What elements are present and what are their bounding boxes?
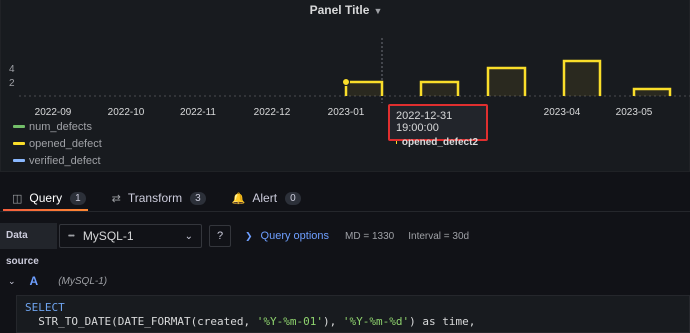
tab-query[interactable]: ◫ Query 1 xyxy=(0,186,100,210)
query-row-header[interactable]: ⌄ A (MySQL-1) xyxy=(0,270,690,292)
tabs-divider xyxy=(0,211,690,212)
hover-point xyxy=(342,78,350,86)
bar-fill xyxy=(488,68,525,96)
query-datasource: (MySQL-1) xyxy=(58,275,108,287)
datasource-select[interactable]: •••• MySQL-1 ⌄ xyxy=(59,224,202,248)
x-tick-label: 2022-09 xyxy=(35,107,72,118)
sql-line-2-fn: STR_TO_DATE(DATE_FORMAT(created, xyxy=(25,315,257,328)
chevron-right-icon: ❯ xyxy=(245,230,253,241)
tab-count-badge: 3 xyxy=(190,191,206,205)
legend-swatch xyxy=(13,125,25,128)
interval-info[interactable]: Interval = 30d xyxy=(408,231,469,242)
tab-alert[interactable]: 🔔 Alert 0 xyxy=(220,186,315,210)
sql-string: '%Y-%m-01' xyxy=(256,315,324,328)
chevron-down-icon[interactable]: ▼ xyxy=(373,6,382,16)
legend-label[interactable]: verified_defect xyxy=(29,155,101,167)
question-icon: ? xyxy=(216,230,224,242)
tooltip-row: opened_defect 2 xyxy=(396,137,480,148)
editor-tabs: ◫ Query 1 ⇄ Transform 3 🔔 Alert 0 xyxy=(0,186,690,212)
chevron-down-icon: ⌄ xyxy=(184,230,193,242)
help-button[interactable]: ? xyxy=(209,225,231,247)
query-options-toggle[interactable]: ❯ Query options xyxy=(245,230,329,242)
graph-panel: 4 2 2022-09 2022-10 2022-11 2022-12 2023-01 202… xyxy=(0,0,690,172)
tab-count-badge: 0 xyxy=(285,191,301,205)
bar-fill xyxy=(346,82,382,96)
chart-tooltip: 2022-12-31 19:00:00 opened_defect 2 xyxy=(388,104,488,148)
legend-swatch xyxy=(13,142,25,145)
legend-item-verified-defect[interactable]: verified_defect xyxy=(13,152,102,169)
database-icon: ◫ xyxy=(12,192,23,205)
tab-transform[interactable]: ⇄ Transform 3 xyxy=(100,186,220,210)
mysql-icon: •••• xyxy=(68,232,75,240)
tooltip-time: 2022-12-31 19:00:00 xyxy=(396,110,453,134)
legend-item-num-defects[interactable]: num_defects xyxy=(13,118,102,135)
legend-swatch xyxy=(13,159,25,162)
x-tick-label: 2023-04 xyxy=(544,107,581,118)
tab-label: Alert xyxy=(252,191,278,205)
bar-fill xyxy=(421,82,458,96)
datasource-bar: Data source •••• MySQL-1 ⌄ ? ❯ Query opt… xyxy=(0,223,690,267)
x-tick-label: 2022-10 xyxy=(108,107,145,118)
sql-line-2-end: ) as time, xyxy=(409,315,476,328)
bar-fill xyxy=(564,61,600,96)
query-options-label: Query options xyxy=(260,230,330,242)
chevron-down-icon[interactable]: ⌄ xyxy=(8,276,16,287)
legend: num_defects opened_defect verified_defec… xyxy=(13,118,102,169)
x-tick-label: 2022-12 xyxy=(254,107,291,118)
tab-label: Transform xyxy=(127,191,183,205)
tooltip-series-name: opened_defect xyxy=(401,137,473,148)
query-name[interactable]: A xyxy=(30,274,39,288)
bell-icon: 🔔 xyxy=(231,192,246,205)
panel-title[interactable]: Panel Title ▼ xyxy=(1,3,690,17)
datasource-label: Data source xyxy=(0,223,57,267)
time-series-chart[interactable]: 4 2 2022-09 2022-10 2022-11 2022-12 2023-01 202… xyxy=(1,0,690,172)
x-tick-label: 2022-11 xyxy=(180,107,216,118)
y-tick-label: 4 xyxy=(9,64,15,75)
legend-label[interactable]: num_defects xyxy=(29,121,92,133)
transform-icon: ⇄ xyxy=(111,192,121,205)
sql-line-1: SELECT xyxy=(25,301,65,314)
y-tick-label: 2 xyxy=(9,78,15,89)
max-datapoints-info[interactable]: MD = 1330 xyxy=(345,231,394,242)
sql-string: '%Y-%m-%d' xyxy=(342,315,410,328)
panel-title-text[interactable]: Panel Title xyxy=(310,3,370,17)
legend-label[interactable]: opened_defect xyxy=(29,138,102,150)
x-tick-label: 2023-05 xyxy=(616,107,653,118)
legend-item-opened-defect[interactable]: opened_defect xyxy=(13,135,102,152)
tab-label: Query xyxy=(29,191,63,205)
datasource-value: MySQL-1 xyxy=(82,229,134,243)
tooltip-swatch xyxy=(396,141,397,144)
tooltip-value: 2 xyxy=(472,137,478,148)
x-tick-label: 2023-01 xyxy=(328,107,365,118)
sql-line-2-mid: ), xyxy=(323,315,343,328)
tab-count-badge: 1 xyxy=(70,191,86,205)
sql-editor[interactable]: SELECT STR_TO_DATE(DATE_FORMAT(created, … xyxy=(16,295,690,333)
